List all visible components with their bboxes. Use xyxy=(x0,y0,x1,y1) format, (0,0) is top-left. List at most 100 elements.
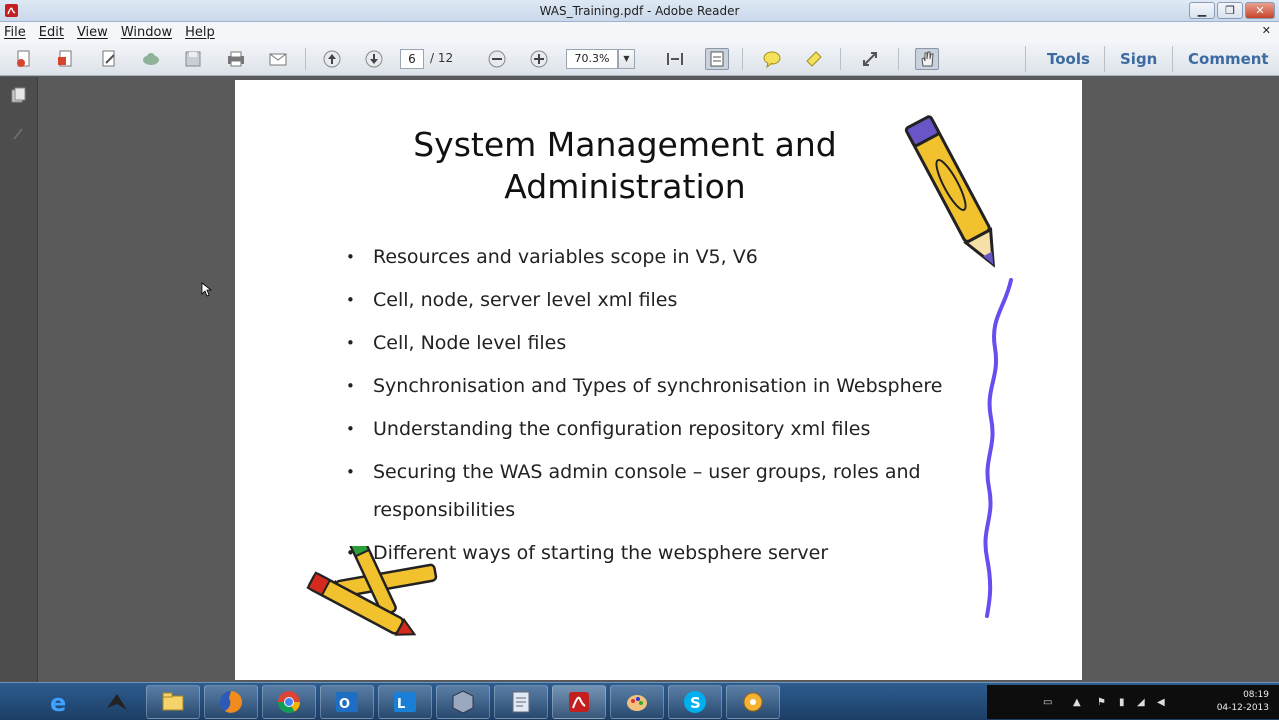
taskbar-app[interactable] xyxy=(436,685,490,719)
full-screen-button[interactable] xyxy=(858,48,882,70)
list-item-line-1: Securing the WAS admin console – user gr… xyxy=(373,461,921,483)
chevron-down-icon: ▼ xyxy=(623,54,630,63)
zoom-in-button[interactable] xyxy=(527,48,551,70)
firefox-icon xyxy=(220,691,242,713)
tab-sign[interactable]: Sign xyxy=(1120,50,1157,68)
menu-bar: File Edit View Window Help ✕ xyxy=(0,22,1279,42)
zoom-dropdown-button[interactable]: ▼ xyxy=(618,49,635,69)
restore-icon: ❐ xyxy=(1225,4,1235,17)
notepad-icon xyxy=(512,691,530,713)
settings-icon xyxy=(743,692,763,712)
list-item: Synchronisation and Types of synchronisa… xyxy=(343,367,983,405)
menu-file[interactable]: File xyxy=(4,25,26,40)
close-button[interactable]: ✕ xyxy=(1245,2,1275,19)
tab-comment[interactable]: Comment xyxy=(1188,50,1269,68)
zoom-level-input[interactable]: 70.3% xyxy=(566,49,618,69)
highlight-button[interactable] xyxy=(802,48,826,70)
flag-icon[interactable]: ⚑ xyxy=(1097,697,1106,708)
open-button[interactable] xyxy=(54,48,78,70)
arrow-up-icon xyxy=(323,50,341,68)
svg-text:e: e xyxy=(50,689,66,716)
pdf-page: System Management and Administration Res… xyxy=(235,80,1082,680)
clock-time: 08:19 xyxy=(1243,690,1269,700)
toolbar-separator xyxy=(840,48,841,70)
page-number-input[interactable]: 6 xyxy=(400,49,424,69)
taskbar-app[interactable] xyxy=(494,685,548,719)
volume-icon[interactable]: ◀ xyxy=(1157,697,1165,708)
taskbar-app[interactable] xyxy=(204,685,258,719)
mouse-cursor-icon xyxy=(201,282,212,297)
network-icon[interactable]: ▮ xyxy=(1119,697,1125,708)
email-button[interactable] xyxy=(266,48,290,70)
menu-window[interactable]: Window xyxy=(121,25,172,40)
toolbar-separator xyxy=(1025,46,1026,72)
taskbar-app[interactable]: S xyxy=(668,685,722,719)
taskbar-app[interactable] xyxy=(726,685,780,719)
toolbar: 6 / 12 70.3% ▼ Tools Sign Comment xyxy=(0,42,1279,76)
page-thumbnails-icon[interactable] xyxy=(9,87,27,105)
toolbar-separator xyxy=(742,48,743,70)
file-explorer-icon xyxy=(162,692,184,711)
list-item: Understanding the configuration reposito… xyxy=(343,410,983,448)
pencil-clipart-icon xyxy=(904,115,996,268)
internet-explorer-icon: e xyxy=(50,689,66,716)
attachment-icon[interactable] xyxy=(9,125,27,143)
paint-icon xyxy=(627,695,647,711)
comment-bubble-icon xyxy=(763,51,781,69)
menu-edit[interactable]: Edit xyxy=(39,25,64,40)
taskbar-app[interactable] xyxy=(90,685,144,719)
print-icon xyxy=(228,51,244,67)
taskbar-app[interactable] xyxy=(262,685,316,719)
chrome-icon xyxy=(278,691,300,713)
system-tray: ▭ ▲ ⚑ ▮ ◢ ◀ 08:19 04-12-2013 xyxy=(987,685,1279,719)
edit-button[interactable] xyxy=(97,48,121,70)
menu-help[interactable]: Help xyxy=(185,25,215,40)
taskbar-app[interactable] xyxy=(552,685,606,719)
hand-tool-button[interactable] xyxy=(915,48,939,70)
plus-icon xyxy=(530,50,548,68)
navigation-pane xyxy=(0,77,38,682)
cloud-button[interactable] xyxy=(139,48,163,70)
close-icon: ✕ xyxy=(1255,4,1265,17)
previous-page-button[interactable] xyxy=(320,48,344,70)
open-file-icon xyxy=(58,50,72,67)
fit-page-button[interactable] xyxy=(705,48,729,70)
print-button[interactable] xyxy=(224,48,248,70)
taskbar-app[interactable]: L xyxy=(378,685,432,719)
svg-text:O: O xyxy=(339,697,350,712)
sticky-note-button[interactable] xyxy=(760,48,784,70)
keyboard-icon[interactable]: ▭ xyxy=(1043,697,1052,708)
list-item-continuation: responsibilities xyxy=(373,499,516,521)
minus-icon xyxy=(488,50,506,68)
title-bar: WAS_Training.pdf - Adobe Reader ▁ ❐ ✕ xyxy=(0,0,1279,22)
minimize-icon: ▁ xyxy=(1197,4,1207,17)
svg-text:L: L xyxy=(397,697,405,712)
taskbar-app[interactable]: e xyxy=(32,685,86,719)
menu-view[interactable]: View xyxy=(77,25,108,40)
arrow-down-icon xyxy=(365,50,383,68)
fit-width-button[interactable] xyxy=(663,48,687,70)
zoom-out-button[interactable] xyxy=(485,48,509,70)
restore-button[interactable]: ❐ xyxy=(1217,2,1243,19)
outlook-icon: O xyxy=(336,692,358,712)
lync-icon: L xyxy=(394,692,416,712)
tab-tools[interactable]: Tools xyxy=(1047,50,1090,68)
create-pdf-icon xyxy=(17,50,30,67)
squiggle-line-icon xyxy=(983,278,1013,618)
svg-text:S: S xyxy=(690,694,701,712)
signal-icon[interactable]: ◢ xyxy=(1137,697,1145,708)
taskbar-app[interactable] xyxy=(146,685,200,719)
create-pdf-button[interactable] xyxy=(12,48,36,70)
expand-icon xyxy=(863,52,877,66)
show-hidden-icons[interactable]: ▲ xyxy=(1073,697,1081,708)
unknown-app-icon xyxy=(107,694,127,710)
taskbar-app[interactable] xyxy=(610,685,664,719)
next-page-button[interactable] xyxy=(362,48,386,70)
minimize-button[interactable]: ▁ xyxy=(1189,2,1215,19)
document-area[interactable]: System Management and Administration Res… xyxy=(38,77,1279,682)
save-button[interactable] xyxy=(181,48,205,70)
close-document-icon[interactable]: ✕ xyxy=(1262,24,1271,37)
clock-date: 04-12-2013 xyxy=(1216,703,1269,713)
taskbar-app[interactable]: O xyxy=(320,685,374,719)
clock[interactable]: 08:19 04-12-2013 xyxy=(1217,689,1269,715)
